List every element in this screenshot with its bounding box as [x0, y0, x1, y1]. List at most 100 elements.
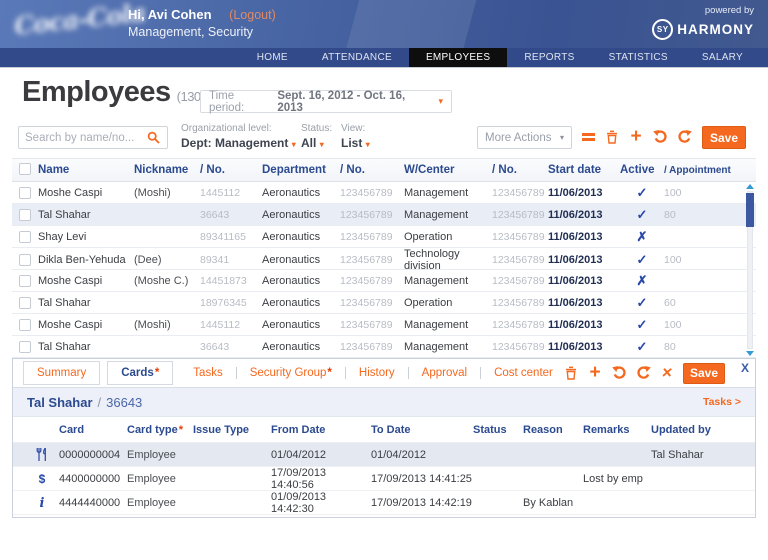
- cell-department: Aeronautics: [262, 209, 340, 221]
- column-header-active[interactable]: Active: [620, 164, 664, 176]
- table-row[interactable]: Moshe Caspi(Moshi)1445112Aeronautics1234…: [12, 182, 756, 204]
- cell-department: Aeronautics: [262, 319, 340, 331]
- column-header-updated-by[interactable]: Updated by: [651, 424, 755, 436]
- column-header-to-date[interactable]: To Date: [371, 424, 473, 436]
- tab-cards[interactable]: Cards*: [107, 361, 173, 385]
- user-greeting: Hi, Avi Cohen: [128, 7, 212, 22]
- row-checkbox[interactable]: [19, 341, 31, 353]
- cell-name: Moshe Caspi: [38, 319, 134, 331]
- cell-dept-no: 123456789: [340, 341, 404, 353]
- view-dropdown[interactable]: List ▾: [341, 136, 370, 150]
- row-checkbox[interactable]: [19, 254, 31, 266]
- menu-icon[interactable]: [580, 132, 596, 142]
- table-row[interactable]: Tal Shahar18976345Aeronautics123456789Op…: [12, 292, 756, 314]
- cell-wcenter: Management: [404, 187, 492, 199]
- tasks-link[interactable]: Tasks >: [703, 396, 741, 408]
- org-level-dropdown[interactable]: Dept: Management ▾: [181, 136, 296, 150]
- trash-icon[interactable]: [604, 130, 620, 144]
- column-header-from-date[interactable]: From Date: [271, 424, 371, 436]
- cell-no: 36643: [200, 209, 262, 221]
- table-row[interactable]: Moshe Caspi(Moshi)1445112Aeronautics1234…: [12, 314, 756, 336]
- row-checkbox[interactable]: [19, 297, 31, 309]
- panel-employee-name: Tal Shahar: [27, 395, 93, 410]
- cell-appointment: 80: [664, 209, 756, 221]
- table-row[interactable]: Moshe Caspi(Moshe C.)14451873Aeronautics…: [12, 270, 756, 292]
- column-header--no-[interactable]: / No.: [200, 164, 262, 176]
- nav-item-statistics[interactable]: STATISTICS: [592, 48, 685, 67]
- table-row[interactable]: Shay Levi89341165Aeronautics123456789Ope…: [12, 226, 756, 248]
- scrollbar-thumb[interactable]: [746, 193, 754, 227]
- row-checkbox[interactable]: [19, 319, 31, 331]
- column-header--no-[interactable]: / No.: [340, 164, 404, 176]
- card-row[interactable]: $4400000000Employee17/09/2013 14:40:5617…: [13, 467, 755, 491]
- search-input[interactable]: [25, 132, 145, 144]
- time-period-dropdown[interactable]: Time period: Sept. 16, 2012 - Oct. 16, 2…: [200, 90, 452, 113]
- save-button[interactable]: Save: [702, 126, 746, 149]
- status-dropdown[interactable]: All ▾: [301, 136, 332, 150]
- cut-icon[interactable]: ×: [658, 363, 677, 383]
- column-header-start-date[interactable]: Start date: [548, 164, 620, 176]
- nav-item-home[interactable]: HOME: [240, 48, 305, 67]
- chevron-down-icon: ▾: [438, 96, 443, 107]
- cell-wcenter-no: 123456789: [492, 297, 548, 309]
- chevron-down-icon: ▾: [560, 133, 564, 142]
- scroll-down-icon[interactable]: [746, 351, 754, 356]
- cell-from-date: 01/09/2013 14:42:30: [271, 491, 371, 515]
- more-actions-dropdown[interactable]: More Actions ▾: [477, 126, 572, 149]
- tab-approval[interactable]: Approval: [408, 367, 467, 379]
- cell-dept-no: 123456789: [340, 297, 404, 309]
- undo-icon[interactable]: [652, 130, 668, 144]
- column-header-status[interactable]: Status: [473, 424, 523, 436]
- table-row[interactable]: Tal Shahar36643Aeronautics123456789Manag…: [12, 336, 756, 358]
- scroll-up-icon[interactable]: [746, 184, 754, 189]
- column-header-card[interactable]: Card: [59, 424, 127, 436]
- tab-security-group[interactable]: Security Group*: [236, 367, 332, 379]
- card-row[interactable]: i4444440000Employee01/09/2013 14:42:3017…: [13, 491, 755, 515]
- redo-icon[interactable]: [676, 130, 692, 144]
- add-icon[interactable]: +: [628, 126, 644, 148]
- column-header-card-type[interactable]: Card type*: [127, 424, 193, 436]
- cell-appointment: 100: [664, 187, 756, 199]
- tab-tasks[interactable]: Tasks: [193, 367, 222, 379]
- nav-item-reports[interactable]: REPORTS: [507, 48, 591, 67]
- redo-icon[interactable]: [635, 366, 651, 380]
- column-header--no-[interactable]: / No.: [492, 164, 548, 176]
- row-checkbox[interactable]: [19, 231, 31, 243]
- panel-save-button[interactable]: Save: [683, 363, 725, 384]
- card-rows: 0000000004Employee01/04/201201/04/2012Ta…: [13, 443, 755, 515]
- cell-department: Aeronautics: [262, 341, 340, 353]
- close-icon[interactable]: X: [741, 361, 749, 375]
- column-header-issue-type[interactable]: Issue Type: [193, 424, 271, 436]
- trash-icon[interactable]: [563, 366, 579, 380]
- select-all-checkbox[interactable]: [19, 163, 31, 175]
- nav-item-employees[interactable]: EMPLOYEES: [409, 48, 507, 67]
- cell-start-date: 11/06/2013: [548, 297, 620, 309]
- tab-history[interactable]: History: [345, 367, 395, 379]
- tab-summary[interactable]: Summary: [23, 361, 100, 385]
- table-scrollbar[interactable]: [745, 184, 756, 356]
- logout-link[interactable]: (Logout): [229, 8, 276, 22]
- column-header-w-center[interactable]: W/Center: [404, 164, 492, 176]
- row-checkbox[interactable]: [19, 187, 31, 199]
- column-header-department[interactable]: Department: [262, 164, 340, 176]
- card-row[interactable]: 0000000004Employee01/04/201201/04/2012Ta…: [13, 443, 755, 467]
- tab-cost-center[interactable]: Cost center: [480, 367, 553, 379]
- column-header-reason[interactable]: Reason: [523, 424, 583, 436]
- nav-item-salary[interactable]: SALARY: [685, 48, 760, 67]
- cell-wcenter-no: 123456789: [492, 319, 548, 331]
- add-icon[interactable]: +: [587, 362, 603, 384]
- user-info: Hi, Avi Cohen (Logout) Management, Secur…: [128, 7, 276, 39]
- sy-circle-icon: SY: [652, 19, 673, 40]
- column-header-nickname[interactable]: Nickname: [134, 164, 200, 176]
- column-header-remarks[interactable]: Remarks: [583, 424, 651, 436]
- search-box: [18, 126, 168, 149]
- table-row[interactable]: Dikla Ben-Yehuda(Dee)89341Aeronautics123…: [12, 248, 756, 270]
- row-checkbox[interactable]: [19, 209, 31, 221]
- column-header--appointment[interactable]: / Appointment: [664, 165, 756, 176]
- row-checkbox[interactable]: [19, 275, 31, 287]
- search-icon[interactable]: [145, 131, 161, 144]
- undo-icon[interactable]: [611, 366, 627, 380]
- table-row[interactable]: Tal Shahar36643Aeronautics123456789Manag…: [12, 204, 756, 226]
- column-header-name[interactable]: Name: [38, 164, 134, 176]
- nav-item-attendance[interactable]: ATTENDANCE: [305, 48, 409, 67]
